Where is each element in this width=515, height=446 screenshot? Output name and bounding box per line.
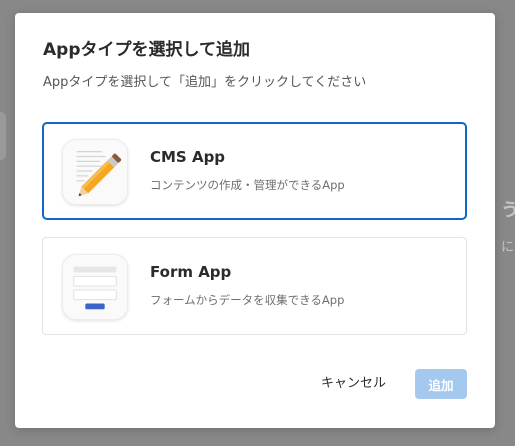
option-description: フォームからデータを収集できるApp [150,293,345,307]
form-icon [62,254,128,320]
app-type-option-form[interactable]: Form App フォームからデータを収集できるApp [42,237,467,335]
pencil-document-icon [62,139,128,205]
app-type-option-cms[interactable]: CMS App コンテンツの作成・管理ができるApp [42,122,467,220]
dialog-description: Appタイプを選択して「追加」をクリックしてください [43,75,367,90]
option-description: コンテンツの作成・管理ができるApp [150,178,345,192]
background-text-fragment: に [501,240,515,255]
background-text-fragment: う [501,200,515,221]
background-card [0,112,6,160]
add-button[interactable]: 追加 [415,369,467,399]
dialog-title: Appタイプを選択して追加 [43,40,250,60]
add-app-dialog: Appタイプを選択して追加 Appタイプを選択して「追加」をクリックしてください [15,13,495,428]
option-name: Form App [150,263,232,281]
option-name: CMS App [150,148,226,166]
cancel-button[interactable]: キャンセル [315,370,392,398]
